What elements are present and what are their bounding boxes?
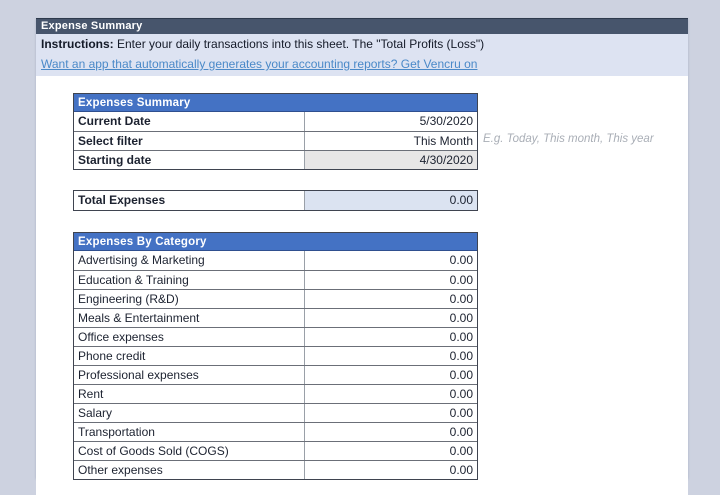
category-amount-cell[interactable]: 0.00 xyxy=(305,385,477,403)
table-row: Select filter This Month xyxy=(74,131,477,150)
category-row: Rent 0.00 xyxy=(74,384,477,403)
select-filter-cell[interactable]: This Month xyxy=(305,132,477,150)
category-amount-cell[interactable]: 0.00 xyxy=(305,461,477,479)
category-row: Transportation 0.00 xyxy=(74,422,477,441)
table-row: Starting date 4/30/2020 xyxy=(74,150,477,169)
category-row: Engineering (R&D) 0.00 xyxy=(74,289,477,308)
desktop-background: { "header_bar": { "label": "Expense Summ… xyxy=(0,0,720,494)
starting-date-label: Starting date xyxy=(74,151,305,169)
category-label: Other expenses xyxy=(74,461,305,479)
category-label: Office expenses xyxy=(74,328,305,346)
category-label: Advertising & Marketing xyxy=(74,251,305,270)
current-date-label: Current Date xyxy=(74,112,305,131)
expenses-summary-table: Expenses Summary Current Date 5/30/2020 … xyxy=(73,93,478,170)
expenses-by-category-header: Expenses By Category xyxy=(74,233,477,251)
spreadsheet-panel: Expense Summary Instructions: Enter your… xyxy=(36,18,688,478)
table-row: Current Date 5/30/2020 xyxy=(74,112,477,131)
instructions-prefix: Instructions: xyxy=(41,37,114,51)
link-row: Want an app that automatically generates… xyxy=(36,55,688,76)
info-band: Instructions: Enter your daily transacti… xyxy=(36,34,688,76)
category-label: Salary xyxy=(74,404,305,422)
filter-hint-text: E.g. Today, This month, This year xyxy=(483,133,654,145)
total-expenses-row: Total Expenses 0.00 xyxy=(74,191,477,210)
current-date-cell[interactable]: 5/30/2020 xyxy=(305,112,477,131)
category-label: Meals & Entertainment xyxy=(74,309,305,327)
category-amount-cell[interactable]: 0.00 xyxy=(305,404,477,422)
category-row: Salary 0.00 xyxy=(74,403,477,422)
category-label: Phone credit xyxy=(74,347,305,365)
category-row: Office expenses 0.00 xyxy=(74,327,477,346)
category-amount-cell[interactable]: 0.00 xyxy=(305,309,477,327)
category-amount-cell[interactable]: 0.00 xyxy=(305,442,477,460)
total-expenses-table: Total Expenses 0.00 xyxy=(73,190,478,211)
category-label: Professional expenses xyxy=(74,366,305,384)
total-expenses-label: Total Expenses xyxy=(74,191,305,210)
category-amount-cell[interactable]: 0.00 xyxy=(305,328,477,346)
category-label: Engineering (R&D) xyxy=(74,290,305,308)
expenses-summary-header: Expenses Summary xyxy=(74,94,477,112)
vencru-link[interactable]: Want an app that automatically generates… xyxy=(41,57,477,71)
category-row: Other expenses 0.00 xyxy=(74,460,477,479)
category-row: Cost of Goods Sold (COGS) 0.00 xyxy=(74,441,477,460)
category-amount-cell[interactable]: 0.00 xyxy=(305,347,477,365)
category-amount-cell[interactable]: 0.00 xyxy=(305,366,477,384)
sheet-body: Expenses Summary Current Date 5/30/2020 … xyxy=(36,93,688,495)
category-amount-cell[interactable]: 0.00 xyxy=(305,271,477,289)
category-label: Transportation xyxy=(74,423,305,441)
sheet-title: Expense Summary xyxy=(41,20,142,32)
category-row: Advertising & Marketing 0.00 xyxy=(74,251,477,270)
category-row: Meals & Entertainment 0.00 xyxy=(74,308,477,327)
starting-date-cell[interactable]: 4/30/2020 xyxy=(305,151,477,169)
select-filter-label: Select filter xyxy=(74,132,305,150)
expenses-by-category-table: Expenses By Category Advertising & Marke… xyxy=(73,232,478,480)
instructions-text: Enter your daily transactions into this … xyxy=(114,37,484,51)
category-amount-cell[interactable]: 0.00 xyxy=(305,251,477,270)
sheet-title-bar: Expense Summary xyxy=(36,18,688,34)
category-amount-cell[interactable]: 0.00 xyxy=(305,290,477,308)
instructions-row: Instructions: Enter your daily transacti… xyxy=(36,34,688,55)
category-row: Education & Training 0.00 xyxy=(74,270,477,289)
category-label: Cost of Goods Sold (COGS) xyxy=(74,442,305,460)
category-label: Education & Training xyxy=(74,271,305,289)
category-row: Phone credit 0.00 xyxy=(74,346,477,365)
category-label: Rent xyxy=(74,385,305,403)
category-amount-cell[interactable]: 0.00 xyxy=(305,423,477,441)
category-row: Professional expenses 0.00 xyxy=(74,365,477,384)
total-expenses-cell[interactable]: 0.00 xyxy=(305,191,477,210)
